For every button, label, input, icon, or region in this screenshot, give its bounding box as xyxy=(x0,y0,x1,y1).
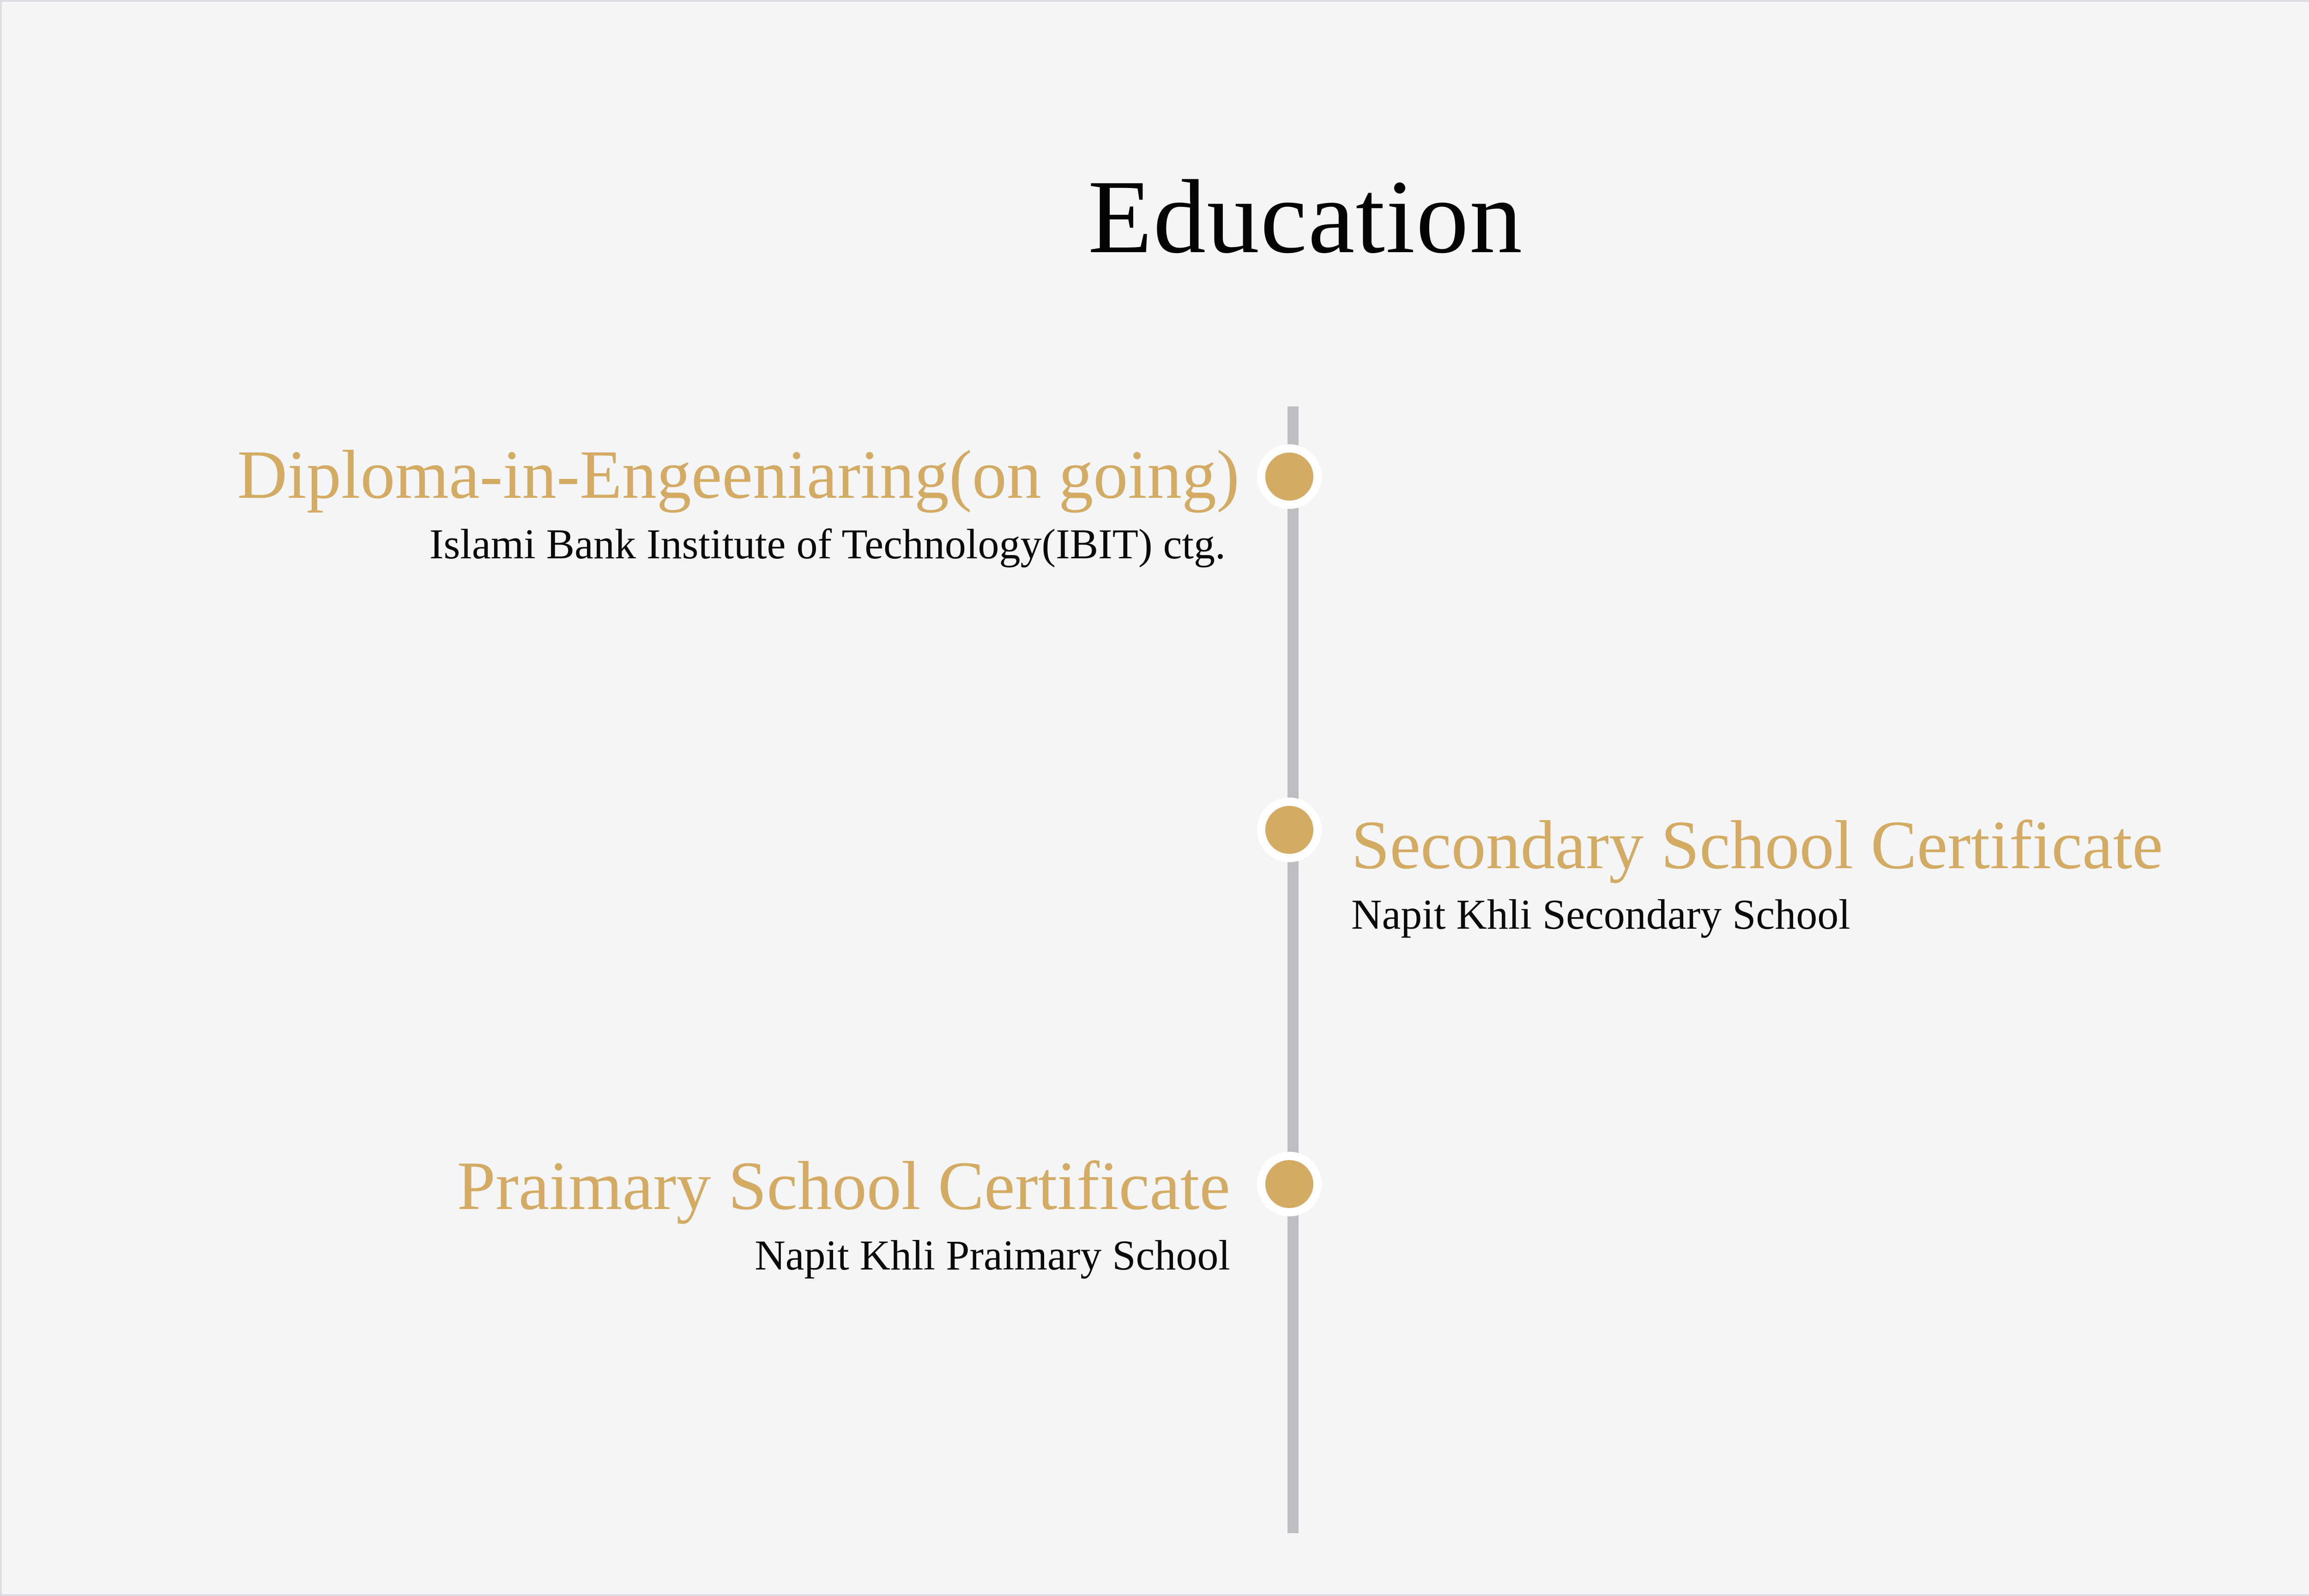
timeline-entry-primary: Praimary School Certificate Napit Khli P… xyxy=(457,1144,1230,1283)
entry-title: Praimary School Certificate xyxy=(457,1148,1230,1224)
timeline-entry-secondary: Secondary School Certificate Napit Khli … xyxy=(1351,804,2163,942)
entry-institution: Islami Bank Institute of Technology(IBIT… xyxy=(429,520,1226,568)
timeline-entry-diploma: Diploma-in-Engeeniaring(on going) Islami… xyxy=(237,433,1239,572)
timeline-line xyxy=(1287,406,1299,1533)
timeline-dot-1 xyxy=(1257,444,1322,509)
entry-title: Diploma-in-Engeeniaring(on going) xyxy=(237,436,1239,513)
section-title: Education xyxy=(1088,159,1523,275)
entry-title: Secondary School Certificate xyxy=(1351,807,2163,883)
entry-institution: Napit Khli Praimary School xyxy=(755,1232,1230,1279)
entry-institution: Napit Khli Secondary School xyxy=(1351,891,1850,938)
timeline-dot-3 xyxy=(1257,1152,1322,1216)
timeline-dot-2 xyxy=(1257,798,1322,862)
